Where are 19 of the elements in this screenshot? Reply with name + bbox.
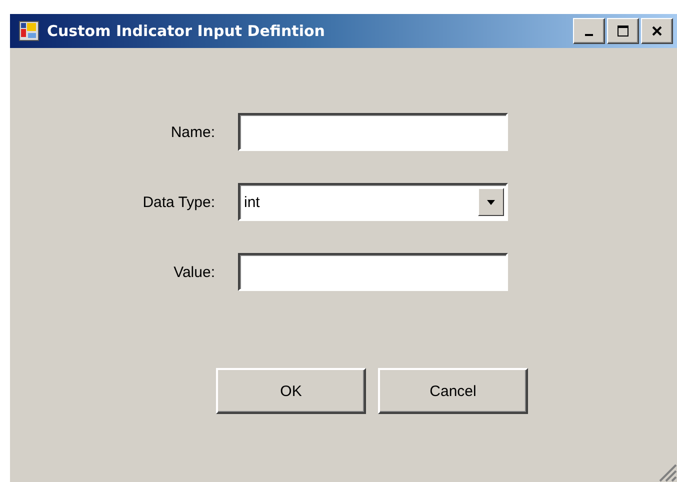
data-type-dropdown[interactable]: int: [238, 183, 508, 221]
window-title: Custom Indicator Input Defintion: [47, 22, 326, 40]
field-label: Data Type:: [142, 194, 215, 210]
input-field[interactable]: [238, 113, 508, 151]
dropdown-value: int: [244, 194, 261, 210]
field-label: Value:: [172, 264, 215, 280]
dialog-button[interactable]: OK: [216, 368, 366, 414]
dropdown-button[interactable]: [478, 188, 504, 216]
maximize-icon: [617, 25, 629, 37]
maximize-button[interactable]: [607, 18, 639, 44]
caret-icon: [487, 200, 495, 204]
app-icon: [19, 21, 39, 41]
dialog-button[interactable]: Cancel: [378, 368, 528, 414]
minimize-icon: [585, 34, 593, 36]
minimize-button[interactable]: [573, 18, 605, 44]
close-icon: [651, 25, 663, 37]
field-label: Name:: [170, 124, 215, 140]
input-field[interactable]: [238, 253, 508, 291]
close-button[interactable]: [641, 18, 673, 44]
